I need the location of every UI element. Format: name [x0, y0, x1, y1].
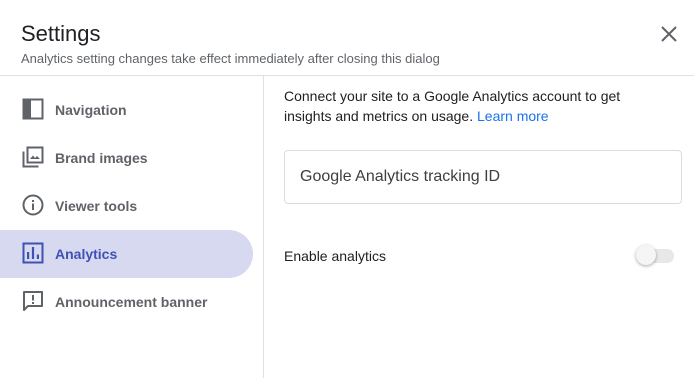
sidebar-item-analytics[interactable]: Analytics: [0, 230, 253, 278]
enable-analytics-toggle[interactable]: [636, 245, 674, 265]
sidebar-item-label: Navigation: [55, 102, 127, 118]
toggle-thumb: [636, 245, 656, 265]
images-icon: [22, 146, 44, 168]
settings-sidebar: Navigation Brand images Viewer tools Ana…: [0, 76, 264, 378]
analytics-chart-icon: [22, 242, 44, 264]
dialog-title: Settings: [21, 21, 101, 46]
sidebar-item-navigation[interactable]: Navigation: [0, 86, 253, 134]
sidebar-item-label: Brand images: [55, 150, 148, 166]
learn-more-link[interactable]: Learn more: [477, 108, 549, 124]
tracking-id-input[interactable]: [284, 150, 682, 204]
navigation-panel-icon: [22, 98, 44, 120]
sidebar-item-viewer-tools[interactable]: Viewer tools: [0, 182, 253, 230]
announcement-icon: [22, 290, 44, 312]
dialog-subtitle: Analytics setting changes take effect im…: [21, 51, 440, 66]
sidebar-item-label: Viewer tools: [55, 198, 138, 214]
sidebar-item-announcement-banner[interactable]: Announcement banner: [0, 278, 253, 326]
sidebar-item-label: Analytics: [55, 246, 118, 262]
info-icon: [22, 194, 44, 216]
analytics-settings-panel: Connect your site to a Google Analytics …: [264, 76, 694, 378]
enable-analytics-label: Enable analytics: [284, 248, 386, 264]
close-icon: [661, 26, 677, 42]
close-button[interactable]: [655, 20, 683, 48]
sidebar-item-brand-images[interactable]: Brand images: [0, 134, 253, 182]
sidebar-item-label: Announcement banner: [55, 294, 208, 310]
description-text: Connect your site to a Google Analytics …: [284, 88, 621, 124]
analytics-description: Connect your site to a Google Analytics …: [284, 86, 664, 126]
dialog-header: Settings Analytics setting changes take …: [0, 0, 694, 76]
